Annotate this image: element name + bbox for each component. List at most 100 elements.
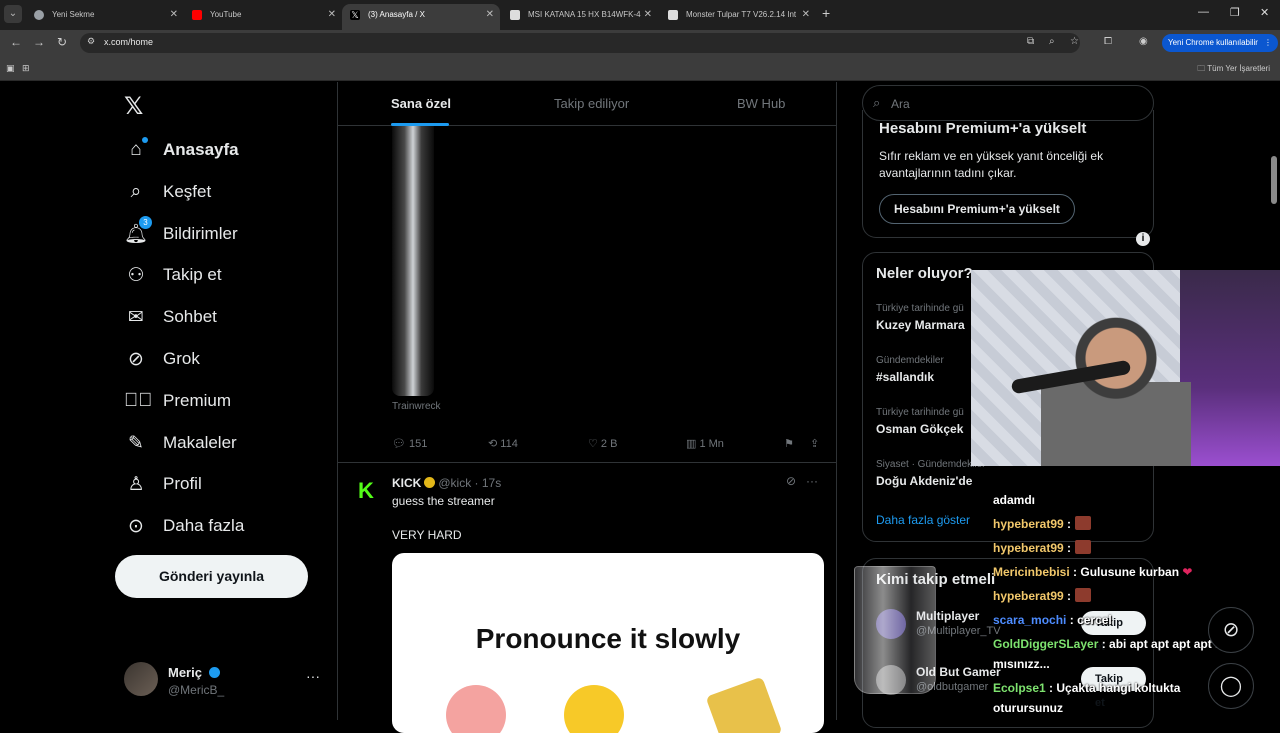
browser-tab[interactable]: Monster Tulpar T7 V26.2.14 Int ✕ [660, 4, 816, 26]
notification-dot [142, 137, 148, 143]
chat-float-button[interactable]: ◯ [1208, 663, 1254, 709]
feed-tabs: Sana özel Takip ediliyor BW Hub [338, 82, 837, 126]
glass-overlay [854, 566, 936, 694]
nav-notifications[interactable]: 🔔︎ 3 Bildirimler [124, 216, 238, 249]
nav-home[interactable]: ⌂ Anasayfa [124, 135, 239, 165]
avatar [124, 662, 158, 696]
post-author-name[interactable]: KICK [392, 476, 421, 490]
close-icon[interactable]: ✕ [802, 4, 810, 26]
close-icon[interactable]: ✕ [170, 4, 178, 26]
gold-bar-icon [705, 676, 783, 733]
close-icon[interactable]: ✕ [644, 4, 652, 26]
emote-icon [1075, 540, 1092, 554]
all-bookmarks[interactable]: 🗀 Tüm Yer İşaretleri [1197, 63, 1270, 77]
nav-label: Sohbet [163, 307, 217, 326]
nav-chat[interactable]: ✉ Sohbet [124, 302, 217, 332]
chat-message: Mericinbebisi : Gulusune kurban ❤ [993, 565, 1193, 579]
browser-toolbar: ← → ↻ ⚙ x.com/home ⧉ ⌕ ☆ ⧠ ◉ Yeni Chrome… [0, 30, 1280, 56]
account-handle: @MericB_ [168, 683, 225, 697]
emote-icon [1075, 516, 1092, 530]
chrome-update-button[interactable]: Yeni Chrome kullanılabilir ⋮ [1162, 34, 1278, 52]
tab-following[interactable]: Takip ediliyor [554, 96, 629, 111]
nav-more[interactable]: ⊙ Daha fazla [124, 511, 244, 541]
bookmark-star-icon[interactable]: ☆ [1070, 36, 1079, 47]
streamer [1041, 312, 1191, 466]
show-more-link[interactable]: Daha fazla göster [876, 513, 970, 527]
grok-float-button[interactable]: ⊘ [1208, 607, 1254, 653]
browser-tab-active[interactable]: 𝕏 (3) Anasayfa / X ✕ [342, 4, 500, 30]
repost-button[interactable]: ⟲ 114 [488, 437, 518, 450]
verified-badge-icon [208, 667, 220, 678]
nav-profile[interactable]: ♙ Profil [124, 469, 202, 499]
tab-search-icon[interactable]: ⌄ [4, 5, 22, 23]
close-icon[interactable]: ✕ [328, 4, 336, 26]
nav-label: Bildirimler [163, 224, 238, 243]
minimize-icon[interactable]: — [1198, 6, 1209, 18]
store-icon [510, 10, 520, 20]
youtube-icon [192, 10, 202, 20]
profile-icon[interactable]: ◉ [1139, 36, 1148, 47]
tab-for-you[interactable]: Sana özel [391, 96, 451, 111]
extensions-icon[interactable]: ⧠ [1104, 36, 1112, 47]
emote-icon [1075, 588, 1092, 602]
forward-icon[interactable]: → [33, 35, 45, 49]
x-logo-icon[interactable]: 𝕏 [124, 92, 143, 121]
premium-upgrade-button[interactable]: Hesabını Premium+'a yükselt [879, 194, 1075, 224]
bookmark-icon[interactable]: ⚑ [784, 437, 794, 450]
post-actions: 💬︎ 151 ⟲ 114 ♡ 2 B ▥ 1 Mn ⚑ ⇪ [392, 437, 824, 453]
restore-icon[interactable]: ❐ [1230, 6, 1240, 19]
reload-icon[interactable]: ↻ [57, 35, 67, 49]
tab-bw-hub[interactable]: BW Hub [737, 96, 785, 111]
url-text[interactable]: x.com/home [104, 37, 153, 47]
nav-premium[interactable]: ✓⃝ Premium [124, 386, 231, 416]
site-info-icon[interactable]: ⚙ [87, 36, 95, 47]
browser-tab[interactable]: Yeni Sekme ✕ [26, 4, 184, 26]
browser-tab[interactable]: MSI KATANA 15 HX B14WFK-4 ✕ [502, 4, 658, 26]
kick-avatar[interactable]: K [358, 480, 380, 502]
trends-title: Neler oluyor? [876, 265, 973, 282]
scrollbar[interactable] [1271, 156, 1277, 204]
like-button[interactable]: ♡ 2 B [588, 437, 617, 450]
apps-icon[interactable]: ▣ ⊞ [6, 63, 30, 74]
grok-post-icon[interactable]: ⊘ ··· [786, 474, 818, 488]
close-window-icon[interactable]: ✕ [1260, 6, 1269, 19]
post-media[interactable] [392, 126, 434, 396]
more-icon[interactable]: ··· [306, 668, 320, 684]
back-icon[interactable]: ← [10, 35, 22, 49]
trend-name: Doğu Akdeniz'de [876, 474, 973, 488]
post-image[interactable]: Pronounce it slowly [392, 553, 824, 733]
tab-title: YouTube [210, 10, 242, 19]
notification-badge: 3 [139, 216, 152, 229]
grok-icon: ⊘ [128, 348, 144, 370]
share-icon[interactable]: ⇪ [810, 437, 819, 450]
search-icon: ⌕ [873, 95, 881, 110]
reply-button[interactable]: 💬︎ 151 [392, 437, 427, 450]
nav-label: Daha fazla [163, 516, 245, 535]
search-input[interactable]: ⌕ Ara [862, 85, 1154, 121]
premium-title: Hesabını Premium+'a yükselt [879, 120, 1087, 137]
more-circle-icon: ⊙ [128, 515, 144, 537]
kebab-menu-icon[interactable]: ⋮ [1264, 34, 1272, 52]
nav-articles[interactable]: ✎ Makaleler [124, 428, 237, 458]
post-time[interactable]: 17s [482, 476, 501, 490]
tab-title: MSI KATANA 15 HX B14WFK-4 [528, 10, 641, 19]
new-tab-button[interactable]: + [822, 5, 830, 21]
nav-follow[interactable]: ⚇ Takip et [124, 260, 221, 290]
post-author-handle[interactable]: @kick [438, 476, 471, 490]
webcam-overlay [971, 270, 1280, 466]
address-bar[interactable] [80, 33, 1080, 53]
browser-tab[interactable]: YouTube ✕ [184, 4, 342, 26]
info-icon[interactable]: i [1136, 232, 1150, 246]
divider [338, 462, 837, 463]
premium-desc: Sıfır reklam ve en yüksek yanıt önceliği… [879, 149, 1104, 180]
nav-explore[interactable]: ⌕ Keşfet [124, 177, 212, 207]
nav-grok[interactable]: ⊘ Grok [124, 344, 200, 374]
nav-label: Profil [163, 474, 202, 493]
nav-label: Anasayfa [163, 140, 239, 159]
post-button[interactable]: Gönderi yayınla [115, 555, 308, 598]
nav-label: Keşfet [163, 182, 212, 201]
install-app-icon[interactable]: ⧉ [1027, 36, 1034, 47]
views-button[interactable]: ▥ 1 Mn [686, 437, 724, 450]
close-icon[interactable]: ✕ [486, 4, 494, 26]
zoom-icon[interactable]: ⌕ [1049, 36, 1055, 47]
